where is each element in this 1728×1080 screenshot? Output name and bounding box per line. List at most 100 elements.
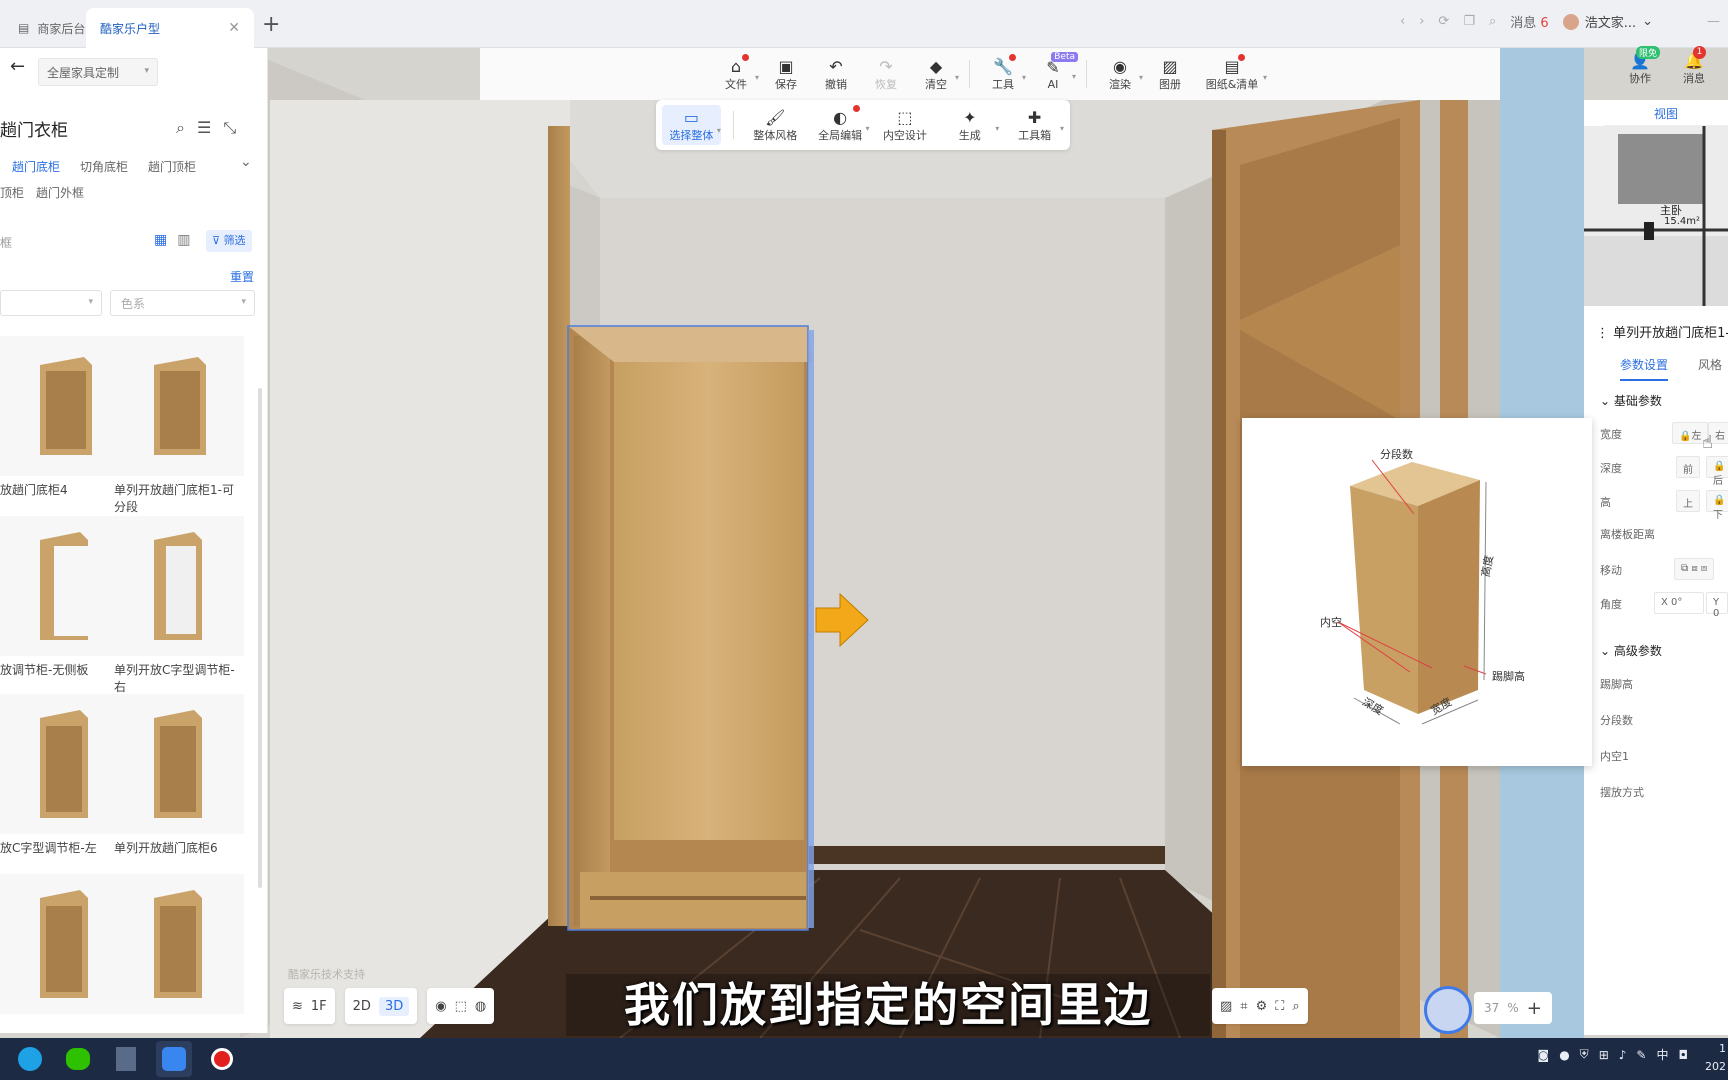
collapse-icon[interactable]: ⤡ xyxy=(223,118,236,138)
color-select[interactable]: 色系 ▾ xyxy=(110,290,255,316)
product-card[interactable] xyxy=(0,874,130,1024)
back-arrow-icon[interactable]: ← xyxy=(10,56,25,77)
scope-select[interactable]: 全屋家具定制 ▾ xyxy=(38,58,158,86)
notifications-button[interactable]: 1 🔔 消息 xyxy=(1674,46,1714,86)
back-icon[interactable]: ‹ xyxy=(1400,14,1405,29)
save-button[interactable]: ▣ 保存 xyxy=(763,56,809,92)
user-menu[interactable]: 浩文家... ⌄ xyxy=(1562,12,1653,31)
product-card[interactable] xyxy=(114,874,244,1024)
app-icon[interactable] xyxy=(156,1041,192,1077)
grid-icon[interactable]: ▦ xyxy=(154,232,167,248)
close-icon[interactable]: ✕ xyxy=(228,20,240,36)
lock-bottom-button[interactable]: 🔒下 xyxy=(1706,490,1728,521)
floorplan-minimap[interactable] xyxy=(1584,126,1728,306)
tray-input-method[interactable]: 中 xyxy=(1656,1046,1668,1063)
lock-top-button[interactable]: 上 xyxy=(1676,490,1700,512)
collaborate-button[interactable]: 限免 👤 协作 xyxy=(1620,46,1660,86)
subtab-top-cabinet[interactable]: 顶柜 xyxy=(0,184,24,201)
generate-button[interactable]: ✦ 生成 ▾ xyxy=(940,107,999,143)
product-card[interactable]: 放调节柜-无侧板 xyxy=(0,516,130,696)
product-card[interactable]: 单列开放C字型调节柜-右 xyxy=(114,516,244,696)
select-whole-button[interactable]: ▭ 选择整体 ▾ xyxy=(662,105,721,145)
clear-button[interactable]: ◆ 清空 ▾ xyxy=(913,56,959,92)
redo-button[interactable]: ↷ 恢复 xyxy=(863,56,909,92)
search-input[interactable]: 框 xyxy=(0,234,12,251)
drag-handle-icon[interactable]: ⋮ xyxy=(1596,326,1609,341)
product-card[interactable]: 单列开放趟门底柜1-可分段 xyxy=(114,336,244,516)
subtab-sliding-frame[interactable]: 趟门外框 xyxy=(36,184,84,201)
tools-button[interactable]: 🔧 工具 ▾ xyxy=(980,54,1026,92)
system-clock[interactable]: 1 202 xyxy=(1705,1040,1726,1076)
advanced-params-header[interactable]: ⌄ 高级参数 xyxy=(1600,642,1662,659)
global-edit-button[interactable]: ◐ 全局编辑 ▾ xyxy=(811,105,870,143)
album-button[interactable]: ▨ 图册 xyxy=(1147,56,1193,92)
tray-volume-icon[interactable]: ♪ xyxy=(1619,1048,1627,1062)
toolbox-button[interactable]: ✚ 工具箱 ▾ xyxy=(1005,107,1064,143)
move-buttons[interactable]: ⧉ ⧈ ⧇ xyxy=(1674,558,1715,580)
camera-icon: ◉ xyxy=(1113,56,1127,76)
file-button[interactable]: ⌂ 文件 ▾ xyxy=(713,54,759,92)
chevron-down-icon[interactable]: ⌄ xyxy=(240,154,252,170)
edge-icon[interactable] xyxy=(12,1041,48,1077)
tray-pen-icon[interactable]: ✎ xyxy=(1636,1048,1646,1062)
tab-style[interactable]: 风格 xyxy=(1698,356,1722,373)
product-card[interactable]: 单列开放趟门底柜6 xyxy=(114,694,244,874)
basic-params-header[interactable]: ⌄ 基础参数 xyxy=(1600,392,1662,409)
eye-icon[interactable]: ◉ xyxy=(435,999,446,1014)
mode-2d-button[interactable]: 2D xyxy=(353,999,371,1014)
subtab-sliding-base[interactable]: 趟门底柜 xyxy=(12,158,60,175)
copy-icon[interactable]: ❐ xyxy=(1463,14,1475,29)
messages-link[interactable]: 消息 6 xyxy=(1510,12,1548,31)
zoom-box[interactable]: 37% + xyxy=(1474,992,1552,1024)
lock-icon: 🔒 xyxy=(1679,431,1692,442)
assistant-robot-icon[interactable] xyxy=(1424,986,1472,1034)
focus-icon[interactable]: ⛶ xyxy=(1275,999,1284,1014)
list-icon[interactable]: ☰ xyxy=(197,118,211,138)
drawings-list-button[interactable]: ▤ 图纸&清单 ▾ xyxy=(1197,54,1267,92)
tray-network-icon[interactable]: ⊞ xyxy=(1599,1048,1609,1062)
new-tab-button[interactable]: + xyxy=(262,12,280,37)
lock-back-button[interactable]: 🔒后 xyxy=(1706,456,1728,487)
ai-button[interactable]: Beta ✎ AI ▾ xyxy=(1030,51,1078,91)
interior-design-button[interactable]: ⬚ 内空设计 xyxy=(876,107,935,143)
list-view-icon[interactable]: ▥ xyxy=(177,232,190,248)
lock-front-button[interactable]: 前 xyxy=(1676,456,1700,478)
tab-parameters[interactable]: 参数设置 xyxy=(1620,356,1669,381)
mode-3d-button[interactable]: 3D xyxy=(378,996,410,1016)
angle-x-input[interactable]: X 0° xyxy=(1654,592,1704,614)
wechat-icon[interactable] xyxy=(60,1041,96,1077)
crop-icon[interactable]: ⌗ xyxy=(1240,999,1247,1014)
product-card[interactable]: 放C字型调节柜-左 xyxy=(0,694,130,874)
search-icon[interactable]: ⌕ xyxy=(1489,14,1496,29)
tray-app-icon[interactable]: ◙ xyxy=(1538,1048,1550,1062)
overall-style-button[interactable]: 🖌 整体风格 xyxy=(746,107,805,143)
floor-selector[interactable]: ≋ 1F xyxy=(284,988,335,1024)
product-card[interactable]: 放趟门底柜4 xyxy=(0,336,130,516)
tray-security-icon[interactable]: ⛨ xyxy=(1580,1047,1589,1062)
tab-kujiale-floorplan[interactable]: 酷家乐户型 ✕ xyxy=(86,8,254,48)
cube-icon[interactable]: ⬚ xyxy=(455,999,467,1014)
zoom-search-icon[interactable]: ⌕ xyxy=(1292,999,1299,1014)
subtab-corner-base[interactable]: 切角底柜 xyxy=(80,158,128,175)
settings-icon[interactable]: ⚙ xyxy=(1256,999,1268,1014)
refresh-icon[interactable]: ⟳ xyxy=(1438,14,1449,29)
tray-assistant-icon[interactable]: ◘ xyxy=(1679,1048,1689,1062)
scrollbar[interactable] xyxy=(258,388,262,888)
render-button[interactable]: ◉ 渲染 ▾ xyxy=(1097,56,1143,92)
tray-record-icon[interactable]: ● xyxy=(1559,1048,1569,1062)
reset-button[interactable]: 重置 xyxy=(230,268,254,285)
brand-select[interactable]: ▾ xyxy=(0,290,102,316)
record-icon[interactable] xyxy=(204,1041,240,1077)
tab-view[interactable]: 视图 xyxy=(1604,102,1728,126)
subtab-sliding-top[interactable]: 趟门顶柜 xyxy=(148,158,196,175)
filter-button[interactable]: ⊽ 筛选 xyxy=(206,230,252,252)
globe-icon[interactable]: ◍ xyxy=(475,999,486,1014)
minimize-icon[interactable]: — xyxy=(1707,14,1720,29)
plus-icon[interactable]: + xyxy=(1527,998,1542,1019)
search-icon[interactable]: ⌕ xyxy=(176,118,185,138)
forward-icon[interactable]: › xyxy=(1419,14,1424,29)
undo-button[interactable]: ↶ 撤销 xyxy=(813,56,859,92)
calculator-icon[interactable] xyxy=(108,1041,144,1077)
image-icon[interactable]: ▨ xyxy=(1220,999,1232,1014)
angle-y-input[interactable]: Y 0 xyxy=(1706,592,1728,619)
